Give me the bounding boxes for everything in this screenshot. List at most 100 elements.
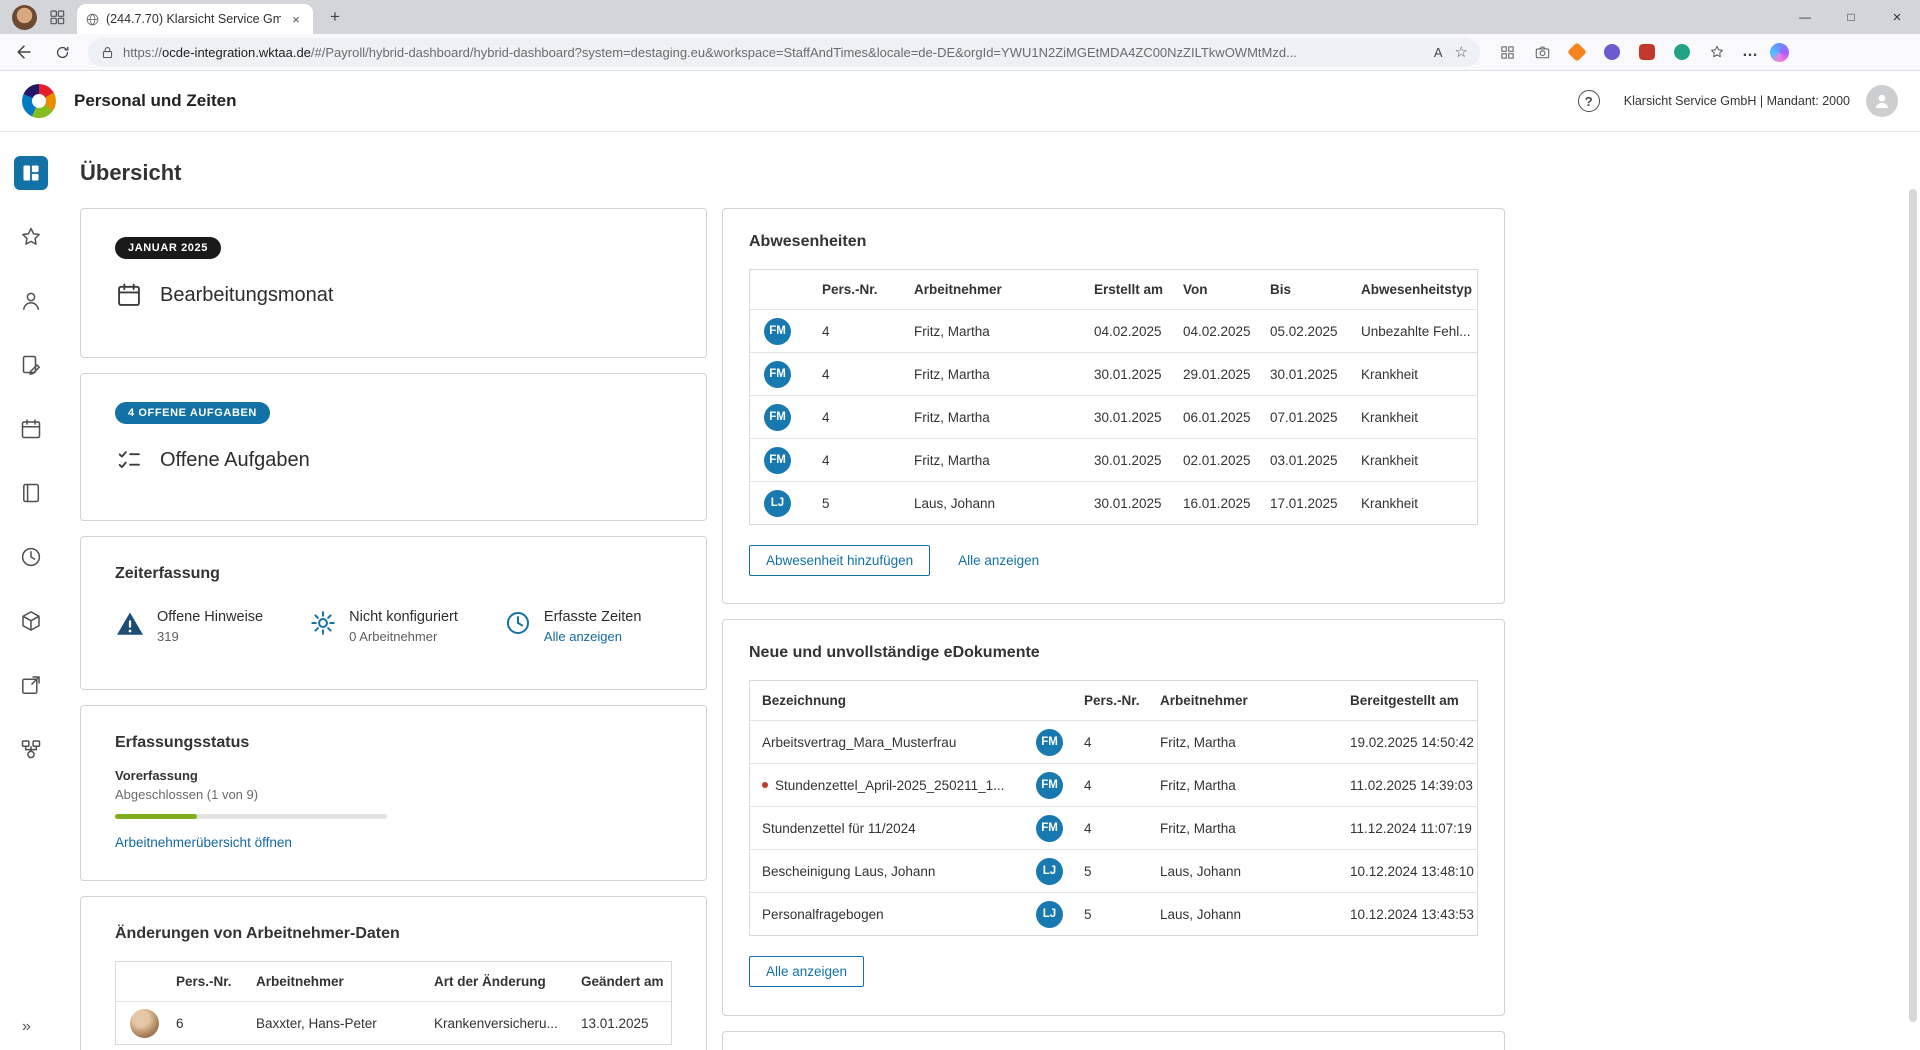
- read-aloud-icon[interactable]: A: [1434, 45, 1443, 60]
- progress-fill: [115, 814, 197, 819]
- sidebar-item-records-edit-icon[interactable]: [14, 348, 48, 382]
- cell-created: 30.01.2025: [1094, 452, 1162, 468]
- col-geaendert: Geändert am: [581, 974, 664, 989]
- address-bar[interactable]: https://ocde-integration.wktaa.de/#/Payr…: [88, 37, 1480, 67]
- sidebar-item-journal-icon[interactable]: [14, 476, 48, 510]
- warning-triangle-icon: [115, 609, 145, 639]
- sidebar-item-dashboard-icon[interactable]: [14, 156, 48, 190]
- purple-extension-icon[interactable]: [1601, 41, 1623, 63]
- zeiterfassung-konfiguration-item[interactable]: Nicht konfiguriert 0 Arbeitnehmer: [309, 609, 458, 644]
- user-avatar[interactable]: [1866, 85, 1898, 117]
- cell-provided: 19.02.2025 14:50:42: [1350, 734, 1474, 750]
- cell-pers-nr: 4: [822, 409, 830, 425]
- absences-show-all-button[interactable]: Alle anzeigen: [944, 546, 1054, 575]
- arbeitnehmeruebersicht-link[interactable]: Arbeitnehmerübersicht öffnen: [115, 835, 292, 850]
- edokumente-table: Bezeichnung Pers.-Nr. Arbeitnehmer Berei…: [749, 680, 1478, 936]
- zeiterfassung-zeiten-item[interactable]: Erfasste Zeiten Alle anzeigen: [504, 609, 642, 644]
- edocuments-show-all-button[interactable]: Alle anzeigen: [749, 956, 865, 987]
- tab-close-icon[interactable]: ×: [287, 12, 305, 27]
- employee-avatar: LJ: [1036, 857, 1063, 885]
- new-tab-button[interactable]: +: [323, 7, 347, 27]
- table-row[interactable]: FM 4 Fritz, Martha 30.01.2025 29.01.2025…: [750, 352, 1477, 395]
- edokumente-header-row: Bezeichnung Pers.-Nr. Arbeitnehmer Berei…: [750, 681, 1477, 720]
- card-offene-aufgaben[interactable]: 4 OFFENE AUFGABEN Offene Aufgaben: [80, 373, 707, 521]
- col-von: Von: [1183, 282, 1208, 297]
- table-row[interactable]: 6 Baxxter, Hans-Peter Krankenversicheru.…: [116, 1001, 671, 1044]
- page-scrollbar[interactable]: [1909, 189, 1917, 1022]
- cell-type: Unbezahlte Fehl...: [1361, 323, 1471, 339]
- minimize-button[interactable]: —: [1782, 0, 1828, 34]
- table-row[interactable]: Stundenzettel_April-2025_250211_1... FM …: [750, 763, 1477, 806]
- sidebar-item-favorites-star-icon[interactable]: [14, 220, 48, 254]
- col-bis: Bis: [1270, 282, 1292, 297]
- sidebar-expand-icon[interactable]: »: [22, 1018, 31, 1036]
- help-icon[interactable]: ?: [1577, 90, 1600, 112]
- browser-profile-avatar[interactable]: [12, 4, 37, 30]
- table-row[interactable]: Bescheinigung Laus, Johann LJ 5 Laus, Jo…: [750, 849, 1477, 892]
- zeiten-show-all-link[interactable]: Alle anzeigen: [544, 629, 642, 644]
- metamask-extension-icon[interactable]: [1566, 41, 1588, 63]
- table-row[interactable]: LJ 5 Laus, Johann 30.01.2025 16.01.2025 …: [750, 481, 1477, 524]
- zeiterfassung-title: Zeiterfassung: [115, 565, 220, 582]
- cell-name: Fritz, Martha: [914, 366, 990, 382]
- workspaces-icon[interactable]: [49, 9, 65, 25]
- card-bearbeitungsmonat[interactable]: JANUAR 2025 Bearbeitungsmonat: [80, 208, 707, 358]
- cell-to: 17.01.2025: [1270, 495, 1338, 511]
- cell-from: 06.01.2025: [1183, 409, 1251, 425]
- cell-doc-name: Stundenzettel für 11/2024: [762, 820, 916, 836]
- col-art: Art der Änderung: [434, 974, 546, 989]
- cell-created: 30.01.2025: [1094, 366, 1162, 382]
- table-row[interactable]: Personalfragebogen LJ 5 Laus, Johann 10.…: [750, 892, 1477, 935]
- close-button[interactable]: ×: [1874, 0, 1920, 34]
- cell-doc-name: Bescheinigung Laus, Johann: [762, 863, 936, 879]
- table-row[interactable]: Arbeitsvertrag_Mara_Musterfrau FM 4 Frit…: [750, 720, 1477, 763]
- table-row[interactable]: FM 4 Fritz, Martha 30.01.2025 06.01.2025…: [750, 395, 1477, 438]
- collections-star-icon[interactable]: [1706, 41, 1728, 63]
- cell-pers-nr: 5: [1084, 863, 1092, 879]
- browser-tab[interactable]: (244.7.70) Klarsicht Service GmbH ×: [77, 4, 313, 34]
- employee-avatar: FM: [764, 446, 791, 474]
- cell-name: Fritz, Martha: [1160, 734, 1236, 750]
- red-extension-icon[interactable]: [1636, 41, 1658, 63]
- cell-pers-nr: 4: [1084, 734, 1092, 750]
- sidebar-item-packages-cube-icon[interactable]: [14, 604, 48, 638]
- card-edokumente: Neue und unvollständige eDokumente Bezei…: [722, 619, 1505, 1016]
- add-favorite-star-icon[interactable]: ☆: [1455, 43, 1468, 61]
- col-pers-nr: Pers.-Nr.: [1084, 693, 1140, 708]
- cell-type: Krankheit: [1361, 409, 1419, 425]
- camera-extension-icon[interactable]: [1531, 41, 1553, 63]
- cell-name: Laus, Johann: [1160, 906, 1242, 922]
- table-row[interactable]: FM 4 Fritz, Martha 04.02.2025 04.02.2025…: [750, 309, 1477, 352]
- cell-pers-nr: 4: [822, 452, 830, 468]
- employee-avatar: FM: [764, 317, 791, 345]
- copilot-icon[interactable]: [1770, 42, 1789, 62]
- zeiterfassung-hinweise-item[interactable]: Offene Hinweise 319: [115, 609, 263, 644]
- cell-pers-nr: 4: [1084, 820, 1092, 836]
- back-icon[interactable]: [10, 38, 38, 66]
- table-row[interactable]: Stundenzettel für 11/2024 FM 4 Fritz, Ma…: [750, 806, 1477, 849]
- app-body: » Übersicht JANUAR 2025 Bearbeitungsmona…: [0, 132, 1920, 1050]
- erfassungsstatus-status: Abgeschlossen (1 von 9): [115, 787, 259, 802]
- table-row[interactable]: FM 4 Fritz, Martha 30.01.2025 02.01.2025…: [750, 438, 1477, 481]
- tenant-label: Klarsicht Service GmbH | Mandant: 2000: [1623, 94, 1850, 108]
- maximize-button[interactable]: □: [1828, 0, 1874, 34]
- sidebar-item-external-link-icon[interactable]: [14, 668, 48, 702]
- sidebar-item-organization-icon[interactable]: [14, 732, 48, 766]
- cell-type: Krankheit: [1361, 366, 1419, 382]
- sidebar-item-calendar-icon[interactable]: [14, 412, 48, 446]
- cell-change: Krankenversicheru...: [434, 1015, 558, 1031]
- url-text: https://ocde-integration.wktaa.de/#/Payr…: [123, 45, 1424, 60]
- tasks-card-label: Offene Aufgaben: [160, 448, 310, 471]
- month-card-label: Bearbeitungsmonat: [160, 283, 334, 306]
- green-extension-icon[interactable]: [1671, 41, 1693, 63]
- sidebar-item-employees-icon[interactable]: [14, 284, 48, 318]
- add-absence-button[interactable]: Abwesenheit hinzufügen: [749, 545, 931, 576]
- browser-menu-icon[interactable]: …: [1742, 43, 1758, 61]
- refresh-icon[interactable]: [48, 38, 76, 66]
- progress-bar: [115, 814, 387, 819]
- aenderungen-header-row: Pers.-Nr. Arbeitnehmer Art der Änderung …: [116, 962, 671, 1001]
- app-title: Personal und Zeiten: [74, 91, 237, 110]
- grid-extension-icon[interactable]: [1496, 41, 1518, 63]
- sidebar-item-time-clock-icon[interactable]: [14, 540, 48, 574]
- col-arbeitnehmer: Arbeitnehmer: [1160, 693, 1248, 708]
